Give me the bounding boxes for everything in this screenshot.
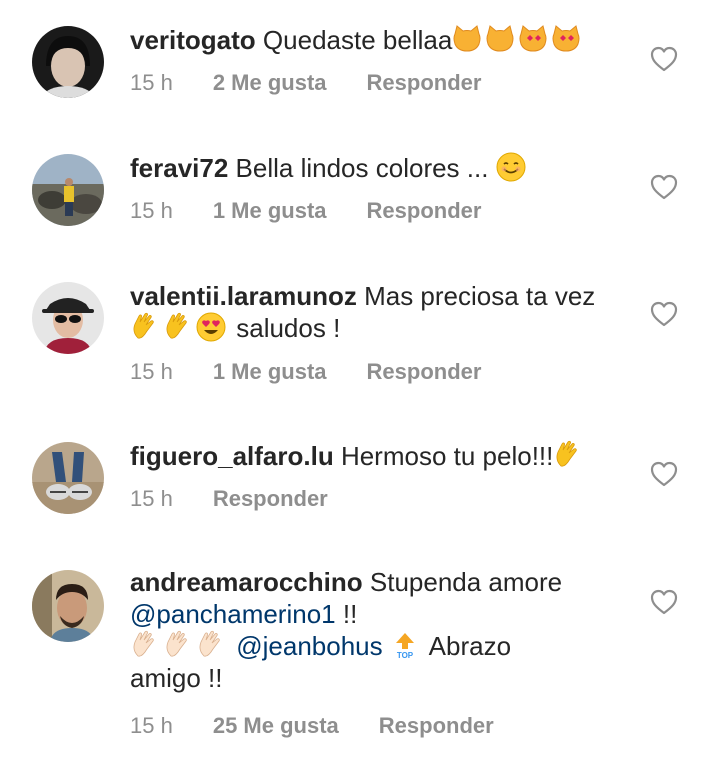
- comment-text: Quedaste bellaa: [262, 25, 453, 55]
- comment-body: feravi72 Bella lindos colores ...: [130, 152, 630, 184]
- heart-outline-icon[interactable]: [650, 300, 678, 328]
- reply-button[interactable]: Responder: [367, 198, 482, 223]
- reply-button[interactable]: Responder: [213, 486, 328, 511]
- avatar[interactable]: [32, 26, 104, 98]
- clapping-hands-light-emoji-icon: [166, 630, 187, 657]
- comment-body: veritogato Quedaste bellaa: [130, 24, 630, 56]
- heart-outline-icon[interactable]: [650, 173, 678, 201]
- comment-text: Hermoso tu pelo!!!: [340, 441, 554, 471]
- comment-username[interactable]: veritogato: [130, 25, 256, 55]
- comment-text: Bella lindos colores ...: [235, 153, 489, 183]
- comment-username[interactable]: figuero_alfaro.lu: [130, 441, 334, 471]
- heart-outline-icon[interactable]: [650, 460, 678, 488]
- comment-text-continued: saludos !: [236, 313, 341, 343]
- comment-text-continued: Abrazo: [428, 631, 512, 661]
- comment-username[interactable]: valentii.laramunoz: [130, 281, 357, 311]
- heart-eyes-emoji-icon: [196, 312, 226, 342]
- mention-link[interactable]: @panchamerino1: [130, 599, 336, 629]
- reply-button[interactable]: Responder: [379, 713, 494, 738]
- kissing-cat-emoji-icon: [453, 25, 481, 52]
- comment-time: 15 h: [130, 198, 173, 223]
- comment-likes-link[interactable]: 2 Me gusta: [213, 70, 327, 95]
- avatar[interactable]: [32, 570, 104, 642]
- clapping-hands-light-emoji-icon: [199, 630, 220, 657]
- comment-meta: 15 h 1 Me gusta Responder: [130, 359, 481, 385]
- reply-button[interactable]: Responder: [367, 70, 482, 95]
- comment-text: Stupenda amore: [369, 567, 563, 597]
- comment-username[interactable]: feravi72: [130, 153, 228, 183]
- clapping-hands-emoji-icon: [556, 440, 578, 467]
- comment-username[interactable]: andreamarocchino: [130, 567, 363, 597]
- comment-time: 15 h: [130, 486, 173, 511]
- heart-eyes-cat-emoji-icon: [519, 25, 547, 52]
- top-arrow-emoji-icon: TOP: [395, 633, 414, 660]
- clapping-hands-emoji-icon: [166, 312, 187, 339]
- comment-text: Mas preciosa ta vez: [364, 281, 596, 311]
- reply-button[interactable]: Responder: [367, 359, 482, 384]
- top-badge-text: TOP: [397, 651, 414, 660]
- comment-time: 15 h: [130, 359, 173, 384]
- comment-likes-link[interactable]: 1 Me gusta: [213, 359, 327, 384]
- smiling-face-emoji-icon: [496, 152, 526, 182]
- comment-body: figuero_alfaro.lu Hermoso tu pelo!!!: [130, 440, 630, 472]
- kissing-cat-emoji-icon: [486, 25, 514, 52]
- comment-text-continued: !!: [342, 599, 358, 629]
- clapping-hands-emoji-icon: [133, 312, 154, 339]
- avatar[interactable]: [32, 442, 104, 514]
- avatar[interactable]: [32, 154, 104, 226]
- comment-meta: 15 h 1 Me gusta Responder: [130, 198, 481, 224]
- clapping-hands-light-emoji-icon: [133, 630, 154, 657]
- comment-likes-link[interactable]: 1 Me gusta: [213, 198, 327, 223]
- comment-likes-link[interactable]: 25 Me gusta: [213, 713, 339, 738]
- comment-body: andreamarocchino Stupenda amore @pancham…: [130, 566, 630, 694]
- comment-body: valentii.laramunoz Mas preciosa ta vez s…: [130, 280, 630, 344]
- heart-outline-icon[interactable]: [650, 45, 678, 73]
- mention-link[interactable]: @jeanbohus: [236, 631, 382, 661]
- comment-time: 15 h: [130, 713, 173, 738]
- comment-meta: 15 h Responder: [130, 486, 328, 512]
- heart-eyes-cat-emoji-icon: [552, 25, 580, 52]
- avatar[interactable]: [32, 282, 104, 354]
- heart-outline-icon[interactable]: [650, 588, 678, 616]
- comment-time: 15 h: [130, 70, 173, 95]
- comment-text-continued: amigo !!: [130, 663, 223, 693]
- comment-meta: 15 h 25 Me gusta Responder: [130, 713, 494, 739]
- comment-meta: 15 h 2 Me gusta Responder: [130, 70, 481, 96]
